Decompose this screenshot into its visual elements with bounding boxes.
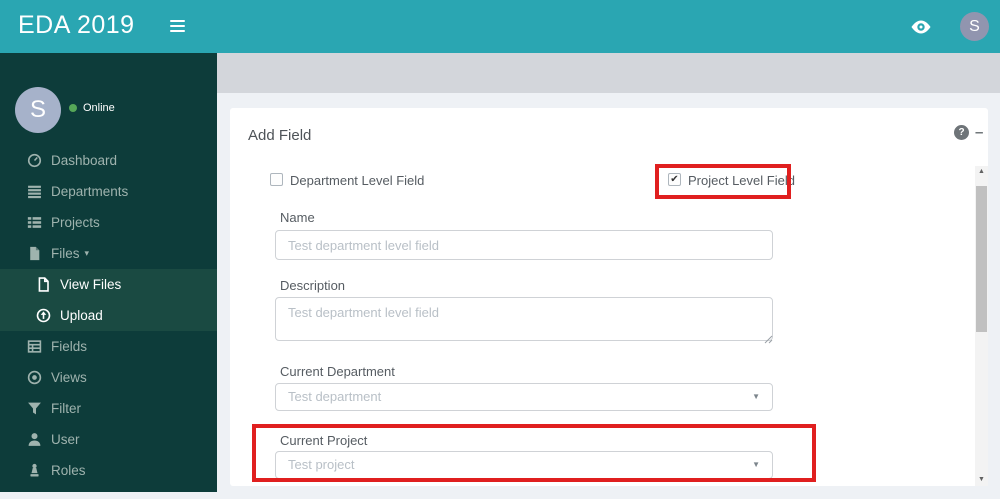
sidebar-item-user[interactable]: User	[0, 424, 217, 455]
sidebar-item-label: Upload	[60, 308, 103, 323]
sidebar-item-filter[interactable]: Filter	[0, 393, 217, 424]
hamburger-menu-icon[interactable]	[170, 20, 186, 34]
sidebar-item-roles[interactable]: Roles	[0, 455, 217, 486]
sidebar-item-upload[interactable]: Upload	[0, 300, 217, 331]
sidebar-item-projects[interactable]: Projects	[0, 207, 217, 238]
sidebar-item-label: Fields	[51, 339, 88, 354]
sidebar-avatar: S	[15, 87, 61, 133]
description-textarea[interactable]	[275, 297, 773, 341]
scrollbar-thumb[interactable]	[976, 186, 987, 332]
eye-icon[interactable]	[909, 19, 933, 35]
current-department-select[interactable]: Test department ▼	[275, 383, 773, 411]
name-input[interactable]	[275, 230, 773, 260]
department-level-checkbox[interactable]	[270, 173, 283, 186]
tachometer-icon	[27, 153, 42, 168]
sidebar-item-label: User	[51, 432, 80, 447]
list-detail-icon	[27, 215, 42, 230]
scroll-up-icon[interactable]: ▲	[975, 166, 988, 178]
breadcrumb-bar	[217, 53, 1000, 93]
file-outline-icon	[36, 277, 51, 292]
annotation-box-current-project	[252, 424, 816, 482]
panel-title: Add Field	[248, 127, 312, 144]
user-status: Online	[69, 102, 115, 114]
chevron-down-icon: ▾	[84, 248, 90, 258]
sidebar-item-label: Filter	[51, 401, 81, 416]
sidebar-item-label: Dashboard	[51, 153, 118, 168]
top-navbar: EDA 2019 S	[0, 0, 1000, 53]
user-avatar[interactable]: S	[960, 12, 989, 41]
sidebar-item-label: Departments	[51, 184, 129, 199]
sidebar-item-dashboard[interactable]: Dashboard	[0, 145, 217, 176]
chess-piece-icon	[27, 463, 42, 478]
description-label: Description	[280, 278, 346, 293]
sidebar-item-label: Projects	[51, 215, 100, 230]
list-icon	[27, 184, 42, 199]
files-submenu: View Files Upload	[0, 269, 217, 331]
help-icon[interactable]: ?	[954, 125, 969, 140]
department-level-label: Department Level Field	[290, 173, 425, 188]
sidebar: S Online Dashboard Departments Projects …	[0, 53, 217, 492]
annotation-box-project-level-field	[655, 164, 791, 199]
level-checkbox-row: Department Level Field ✔ Project Level F…	[230, 172, 988, 190]
sidebar-item-files[interactable]: Files ▾	[0, 238, 217, 269]
add-field-panel: Add Field ? – Department Level Field ✔ P…	[230, 108, 988, 486]
upload-circle-icon	[36, 308, 51, 323]
sidebar-item-fields[interactable]: Fields	[0, 331, 217, 362]
sidebar-item-label: View Files	[60, 277, 122, 292]
panel-scrollbar[interactable]: ▲ ▼	[975, 166, 988, 486]
sidebar-item-label: Views	[51, 370, 87, 385]
sidebar-item-departments[interactable]: Departments	[0, 176, 217, 207]
current-department-value: Test department	[288, 389, 382, 404]
sidebar-item-label: Roles	[51, 463, 86, 478]
table-icon	[27, 339, 42, 354]
current-department-label: Current Department	[280, 364, 395, 379]
minimize-icon[interactable]: –	[975, 124, 987, 141]
dot-circle-icon	[27, 370, 42, 385]
user-icon	[27, 432, 42, 447]
sidebar-item-label: Files	[51, 246, 80, 261]
scroll-down-icon[interactable]: ▼	[975, 474, 988, 486]
status-label: Online	[83, 102, 115, 114]
sidebar-item-views[interactable]: Views	[0, 362, 217, 393]
file-icon	[27, 246, 42, 261]
sidebar-item-view-files[interactable]: View Files	[0, 269, 217, 300]
name-label: Name	[280, 210, 315, 225]
app-title[interactable]: EDA 2019	[18, 11, 135, 40]
resize-grip-icon[interactable]	[764, 331, 773, 344]
sidebar-menu: Dashboard Departments Projects Files ▾ V…	[0, 145, 217, 486]
application-window: EDA 2019 S S Online Dashboard Department…	[0, 0, 1000, 499]
filter-icon	[27, 401, 42, 416]
caret-down-icon: ▼	[752, 392, 760, 401]
online-dot-icon	[69, 104, 77, 112]
